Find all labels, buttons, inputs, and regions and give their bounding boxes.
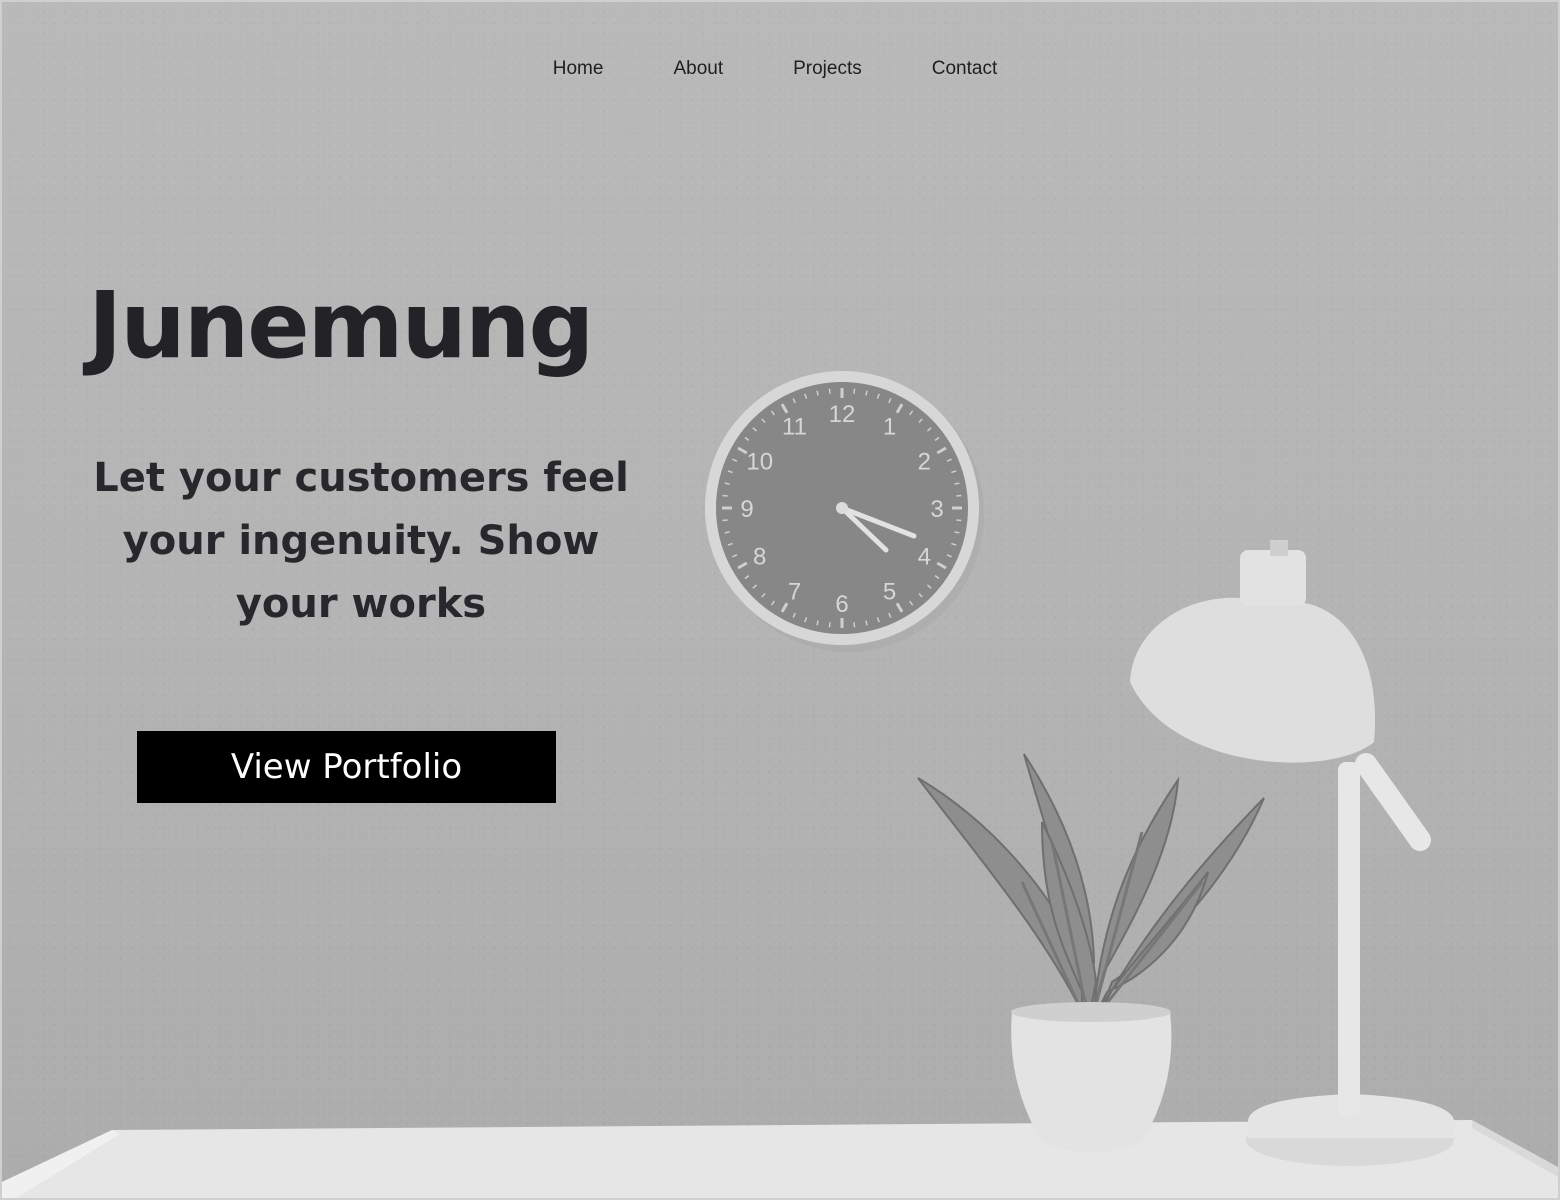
clock-numeral: 7 <box>788 578 801 605</box>
clock-numeral: 3 <box>930 496 943 523</box>
clock-numeral: 9 <box>740 496 753 523</box>
nav-contact-link[interactable]: Contact <box>932 58 997 80</box>
clock-numeral: 4 <box>918 544 931 571</box>
clock-numeral: 11 <box>782 414 807 441</box>
hero-section: 12 1 2 3 4 5 6 7 8 9 10 11 Home About Pr… <box>0 0 1560 1200</box>
clock-numeral: 5 <box>883 578 896 605</box>
potted-plant <box>917 753 1265 1152</box>
view-portfolio-button[interactable]: View Portfolio <box>137 731 556 803</box>
clock-numeral: 1 <box>883 414 896 441</box>
clock-numeral: 12 <box>829 401 856 428</box>
site-title: Junemung <box>88 272 594 379</box>
wall-clock: 12 12 3 45 6 789 10 11 <box>705 371 984 652</box>
desk-lamp <box>1130 540 1454 1166</box>
nav-about-link[interactable]: About <box>673 58 723 80</box>
clock-numeral: 10 <box>746 449 773 476</box>
clock-numeral: 2 <box>918 449 931 476</box>
hero-tagline: Let your customers feel your ingenuity. … <box>93 455 629 627</box>
nav-home-link[interactable]: Home <box>553 58 604 80</box>
nav-projects-link[interactable]: Projects <box>793 58 862 80</box>
top-navigation: Home About Projects Contact <box>2 58 1558 80</box>
clock-numeral: 8 <box>753 544 766 571</box>
clock-numeral: 6 <box>835 591 848 618</box>
